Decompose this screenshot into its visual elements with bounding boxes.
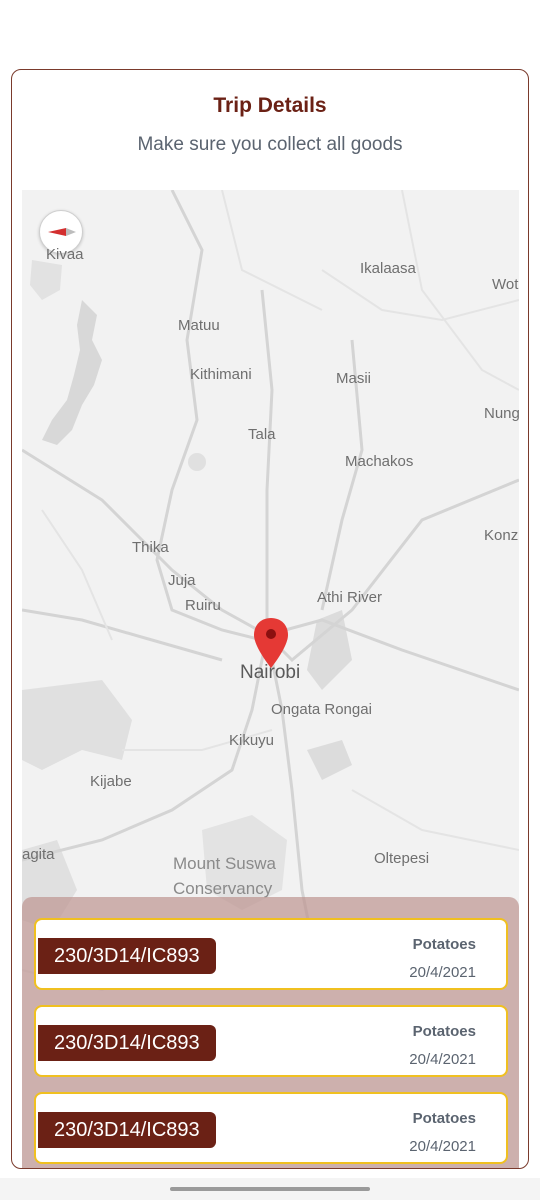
map-label-ongata-rongai: Ongata Rongai — [271, 701, 372, 718]
map-label-kithimani: Kithimani — [190, 366, 252, 383]
map-label-juja: Juja — [168, 572, 196, 589]
trip-list-panel: 230/3D14/IC893 Potatoes 20/4/2021 230/3D… — [22, 897, 519, 1168]
home-indicator[interactable] — [170, 1187, 370, 1191]
map-label-conservancy: Conservancy — [173, 879, 273, 898]
page-subtitle: Make sure you collect all goods — [137, 134, 403, 155]
trip-date: 20/4/2021 — [409, 1138, 476, 1155]
map-label-kijabe: Kijabe — [90, 773, 132, 790]
map-label-agita: agita — [22, 846, 55, 863]
map-label-masii: Masii — [336, 370, 372, 387]
trip-details-card: Trip Details Make sure you collect all g… — [11, 69, 529, 1169]
map-label-ikalaasa: Ikalaasa — [360, 260, 416, 277]
map-label-kivaa: Kivaa — [46, 246, 84, 263]
map-label-kikuyu: Kikuyu — [229, 732, 275, 749]
page-title: Trip Details — [213, 94, 327, 117]
trip-product: Potatoes — [412, 1110, 476, 1127]
trip-id-badge: 230/3D14/IC893 — [38, 1112, 216, 1148]
map-label-ruiru: Ruiru — [185, 597, 221, 614]
location-pin-icon[interactable] — [254, 618, 288, 673]
trip-card[interactable]: 230/3D14/IC893 Potatoes 20/4/2021 — [34, 1092, 508, 1164]
trip-date: 20/4/2021 — [409, 1051, 476, 1068]
trip-id-badge: 230/3D14/IC893 — [38, 1025, 216, 1061]
map-label-tala: Tala — [248, 426, 276, 443]
trip-card[interactable]: 230/3D14/IC893 Potatoes 20/4/2021 — [34, 1005, 508, 1077]
trip-product: Potatoes — [412, 1023, 476, 1040]
trip-product: Potatoes — [412, 936, 476, 953]
map-label-wot: Wot — [492, 276, 519, 293]
map-label-mount-suswa: Mount Suswa — [173, 854, 276, 873]
map-label-machakos: Machakos — [345, 453, 414, 470]
map-label-athi-river: Athi River — [317, 589, 383, 606]
map-label-matuu: Matuu — [178, 317, 220, 334]
map-label-thika: Thika — [132, 539, 169, 556]
trip-id-badge: 230/3D14/IC893 — [38, 938, 216, 974]
map-label-oltepesi: Oltepesi — [374, 850, 430, 867]
map-label-konza: Konz — [484, 527, 519, 544]
map-label-nung: Nung — [484, 405, 519, 422]
trip-card[interactable]: 230/3D14/IC893 Potatoes 20/4/2021 — [34, 918, 508, 990]
trip-date: 20/4/2021 — [409, 964, 476, 981]
